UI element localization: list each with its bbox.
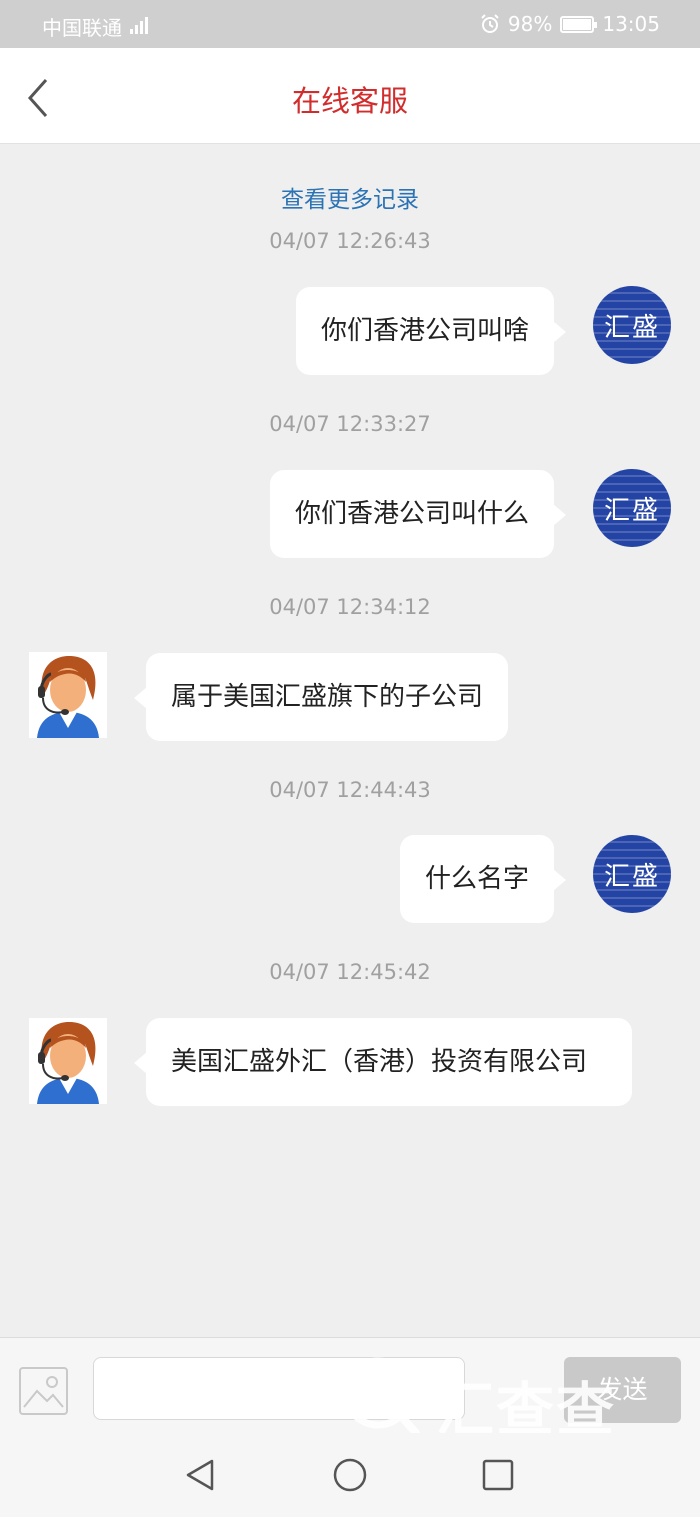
image-button[interactable] xyxy=(19,1367,68,1415)
image-icon xyxy=(23,1376,64,1408)
user-message-bubble[interactable]: 什么名字 xyxy=(399,835,567,923)
agent-avatar-icon xyxy=(37,1022,99,1104)
status-bar: 中国联通 98% 13:05 xyxy=(0,0,700,48)
system-back-button[interactable] xyxy=(182,1455,222,1495)
message-text: 属于美国汇盛旗下的子公司 xyxy=(171,682,484,712)
nav-bar: 在线客服 xyxy=(0,48,700,144)
square-recents-icon xyxy=(482,1459,514,1491)
agent-avatar[interactable] xyxy=(29,1018,107,1104)
circle-home-icon xyxy=(333,1458,367,1492)
message-input[interactable] xyxy=(93,1357,465,1420)
composer-bar: 发送 xyxy=(0,1337,700,1433)
agent-avatar[interactable] xyxy=(29,652,107,738)
signal-icon xyxy=(130,14,148,34)
agent-message-bubble[interactable]: 美国汇盛外汇（香港）投资有限公司 xyxy=(134,1018,632,1106)
triangle-back-icon xyxy=(186,1459,214,1491)
message-text: 你们香港公司叫啥 xyxy=(320,316,529,346)
user-avatar[interactable]: 汇盛 xyxy=(593,286,671,364)
message-text: 美国汇盛外汇（香港）投资有限公司 xyxy=(171,1047,588,1077)
message-timestamp: 04/07 12:26:43 xyxy=(269,229,431,253)
page-title: 在线客服 xyxy=(291,84,408,118)
agent-avatar-icon xyxy=(37,656,99,738)
system-nav-bar xyxy=(0,1433,700,1517)
message-timestamp: 04/07 12:44:43 xyxy=(269,778,431,802)
alarm-icon xyxy=(481,14,499,33)
system-recents-button[interactable] xyxy=(478,1455,518,1495)
message-timestamp: 04/07 12:34:12 xyxy=(269,595,431,619)
avatar-label: 汇盛 xyxy=(603,313,660,343)
message-text: 什么名字 xyxy=(424,864,529,894)
avatar-label: 汇盛 xyxy=(603,496,660,526)
send-button[interactable]: 发送 xyxy=(564,1357,681,1423)
message-text: 你们香港公司叫什么 xyxy=(294,499,529,529)
message-timestamp: 04/07 12:45:42 xyxy=(269,960,431,984)
avatar-label: 汇盛 xyxy=(603,862,660,892)
message-timestamp: 04/07 12:33:27 xyxy=(269,412,431,436)
agent-message-bubble[interactable]: 属于美国汇盛旗下的子公司 xyxy=(133,653,509,741)
system-home-button[interactable] xyxy=(330,1455,370,1495)
chat-area[interactable]: 查看更多记录 04/07 12:26:43 你们香港公司叫啥 汇盛 04/07 … xyxy=(0,145,700,1337)
user-avatar[interactable]: 汇盛 xyxy=(593,835,671,913)
battery-percent: 98% xyxy=(507,12,553,36)
battery-icon xyxy=(560,15,598,33)
battery-fill xyxy=(563,18,591,30)
load-more-link[interactable]: 查看更多记录 xyxy=(0,180,700,214)
status-right: 98% 13:05 xyxy=(480,12,660,36)
clock: 13:05 xyxy=(602,12,660,36)
carrier-name: 中国联通 xyxy=(42,16,122,40)
user-avatar[interactable]: 汇盛 xyxy=(593,469,671,547)
user-message-bubble[interactable]: 你们香港公司叫啥 xyxy=(295,287,567,375)
user-message-bubble[interactable]: 你们香港公司叫什么 xyxy=(269,470,567,558)
